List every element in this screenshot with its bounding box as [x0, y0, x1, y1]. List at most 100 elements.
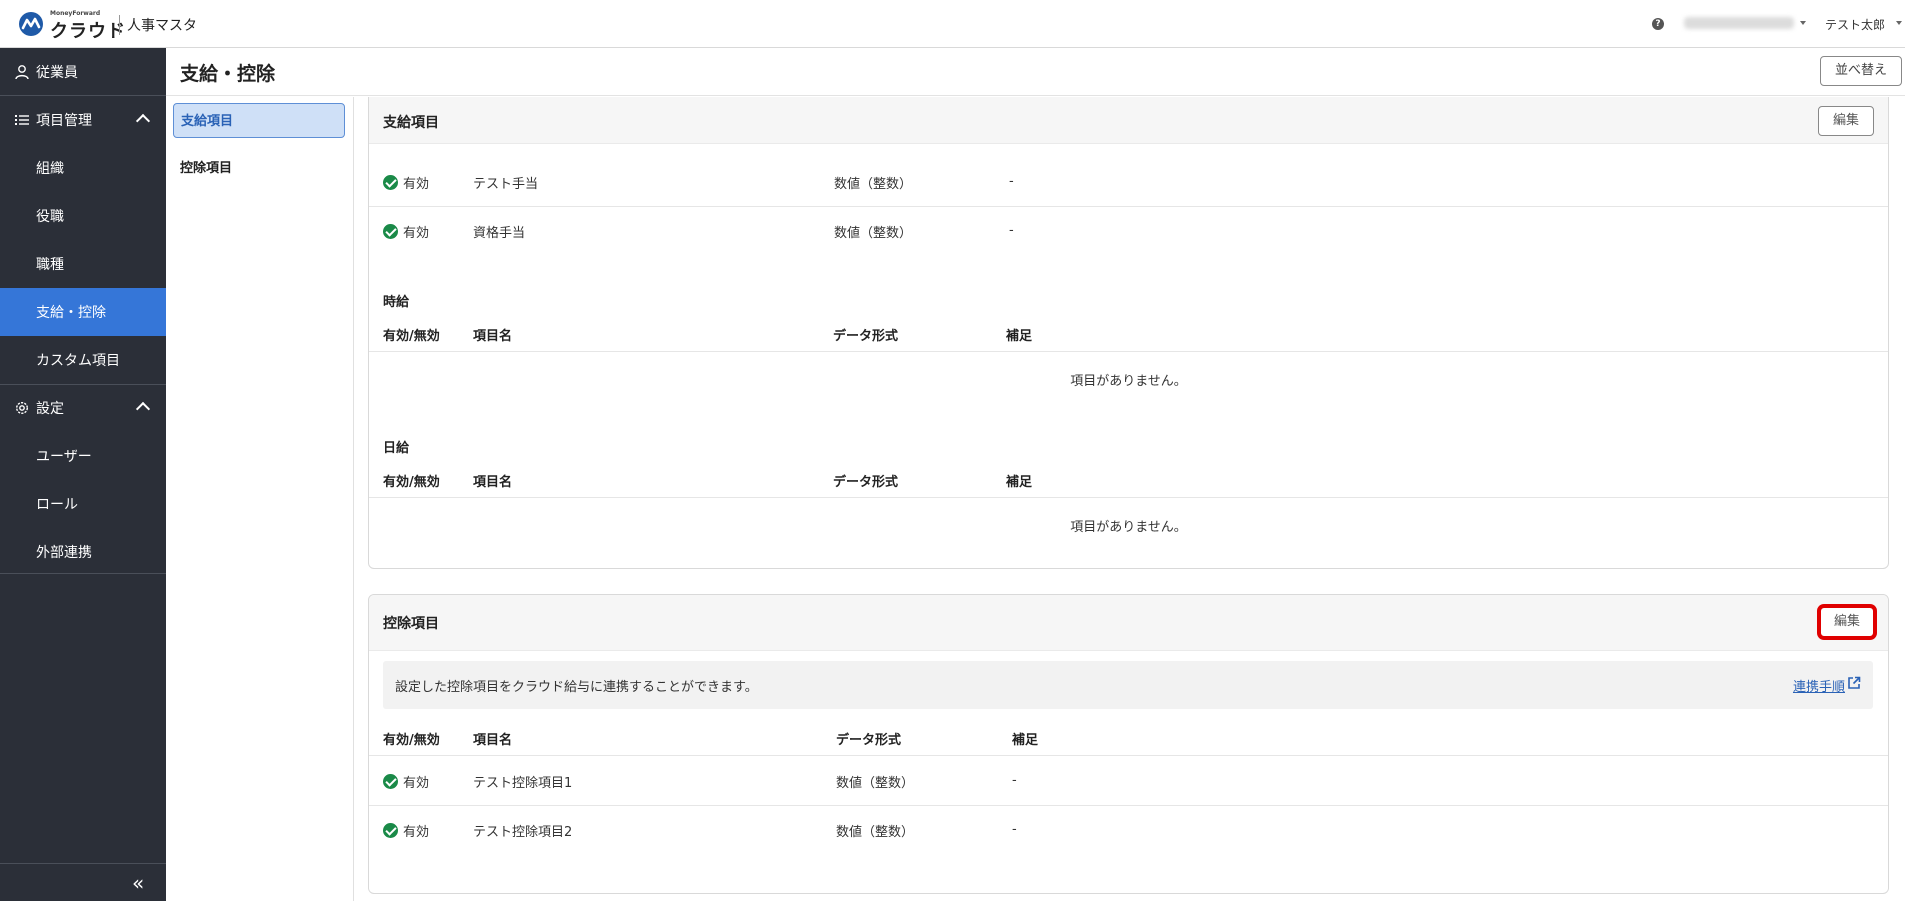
column-header-type: データ形式	[833, 329, 899, 344]
help-icon[interactable]: ?	[1652, 18, 1664, 30]
table-row: 有効 テスト控除項目1 数値（整数） -	[369, 757, 1888, 806]
sidebar-item-position[interactable]: 役職	[0, 192, 166, 240]
page-header: 支給・控除 並べ替え	[166, 48, 1905, 96]
product-name[interactable]: 人事マスタ	[127, 15, 197, 35]
status-cell: 有効	[383, 173, 429, 192]
note: -	[1012, 773, 1017, 788]
data-type: 数値（整数）	[836, 776, 915, 791]
top-bar: MoneyForward クラウド 人事マスタ ? テスト太郎	[0, 0, 1905, 48]
deductions-card: 控除項目 編集 設定した控除項目をクラウド給与に連携することができます。 連携手…	[368, 594, 1889, 894]
sidebar-item-job-type[interactable]: 職種	[0, 240, 166, 288]
daily-table-header: 有効/無効 項目名 データ形式 補足	[369, 463, 1888, 498]
payments-card-header: 支給項目 編集	[369, 97, 1888, 144]
sidebar: 従業員 項目管理 組織 役職 職種 支給・控除 カスタム項目 設定 ユーザー ロ	[0, 48, 166, 901]
sort-button[interactable]: 並べ替え	[1820, 56, 1902, 86]
data-type: 数値（整数）	[836, 825, 915, 840]
chevron-up-icon	[135, 401, 151, 417]
check-circle-icon	[383, 224, 398, 239]
column-header-name: 項目名	[473, 329, 513, 344]
integration-info-box: 設定した控除項目をクラウド給与に連携することができます。 連携手順	[383, 661, 1873, 709]
item-name: テスト手当	[473, 177, 539, 192]
status-text: 有効	[403, 776, 430, 791]
main-content: 支給項目 編集 有効 テスト手当 数値（整数） - 有効 資格手当 数値（整数）…	[354, 97, 1905, 901]
column-header-type: データ形式	[836, 733, 902, 748]
sidebar-item-label: ユーザー	[36, 449, 92, 465]
column-header-note: 補足	[1006, 475, 1033, 490]
hourly-section-label: 時給	[383, 295, 410, 310]
table-row: 有効 資格手当 数値（整数） -	[369, 207, 1888, 256]
payments-edit-button[interactable]: 編集	[1818, 106, 1874, 136]
moneyforward-logo-icon[interactable]	[18, 11, 46, 37]
deductions-card-title: 控除項目	[383, 616, 439, 632]
sidebar-item-item-management[interactable]: 項目管理	[0, 96, 166, 144]
sidebar-item-organization[interactable]: 組織	[0, 144, 166, 192]
sub-navigation: 支給項目 控除項目	[166, 97, 354, 901]
sidebar-item-label: 支給・控除	[36, 305, 106, 321]
status-text: 有効	[403, 226, 430, 241]
user-caret-icon[interactable]	[1896, 21, 1902, 25]
deductions-edit-button[interactable]: 編集	[1820, 607, 1874, 637]
payments-card: 支給項目 編集 有効 テスト手当 数値（整数） - 有効 資格手当 数値（整数）…	[368, 97, 1889, 569]
chevron-up-icon	[135, 113, 151, 129]
column-header-status: 有効/無効	[383, 329, 440, 344]
sidebar-item-employees[interactable]: 従業員	[0, 48, 166, 96]
column-header-name: 項目名	[473, 475, 513, 490]
column-header-name: 項目名	[473, 733, 513, 748]
tenant-selector[interactable]	[1684, 17, 1794, 29]
table-row: 有効 テスト手当 数値（整数） -	[369, 158, 1888, 207]
column-header-note: 補足	[1006, 329, 1033, 344]
status-text: 有効	[403, 177, 430, 192]
item-name: テスト控除項目2	[473, 825, 573, 840]
external-link-icon[interactable]	[1847, 676, 1861, 690]
data-type: 数値（整数）	[834, 226, 913, 241]
note: -	[1009, 174, 1014, 189]
sidebar-item-custom-items[interactable]: カスタム項目	[0, 336, 166, 384]
tenant-caret-icon[interactable]	[1800, 21, 1806, 25]
logo-brand-small: MoneyForward	[50, 10, 101, 17]
info-text: 設定した控除項目をクラウド給与に連携することができます。	[395, 680, 758, 695]
sidebar-item-external-integration[interactable]: 外部連携	[0, 528, 166, 576]
hourly-table-header: 有効/無効 項目名 データ形式 補足	[369, 317, 1888, 352]
sidebar-item-label: 設定	[36, 401, 64, 417]
sidebar-divider	[0, 573, 166, 574]
payments-card-title: 支給項目	[383, 115, 439, 131]
hourly-empty-message: 項目がありません。	[1070, 374, 1187, 389]
column-header-status: 有効/無効	[383, 475, 440, 490]
note: -	[1012, 822, 1017, 837]
daily-section-label: 日給	[383, 441, 410, 456]
column-header-type: データ形式	[833, 475, 899, 490]
sidebar-item-label: カスタム項目	[36, 353, 120, 369]
check-circle-icon	[383, 774, 398, 789]
check-circle-icon	[383, 823, 398, 838]
sidebar-item-payment-deduction[interactable]: 支給・控除	[0, 288, 166, 336]
deductions-table-header: 有効/無効 項目名 データ形式 補足	[369, 721, 1888, 756]
item-name: テスト控除項目1	[473, 776, 573, 791]
sidebar-item-label: 組織	[36, 161, 64, 177]
user-menu[interactable]: テスト太郎	[1825, 16, 1885, 33]
daily-empty-message: 項目がありません。	[1070, 520, 1187, 535]
sidebar-item-label: 外部連携	[36, 545, 92, 561]
page-title: 支給・控除	[180, 63, 276, 85]
integration-guide-link[interactable]: 連携手順	[1793, 676, 1845, 695]
sidebar-item-label: 役職	[36, 209, 64, 225]
deductions-card-header: 控除項目 編集	[369, 595, 1888, 651]
column-header-status: 有効/無効	[383, 733, 440, 748]
logo-divider	[119, 15, 120, 35]
column-header-note: 補足	[1012, 733, 1039, 748]
item-name: 資格手当	[473, 226, 526, 241]
sidebar-item-settings[interactable]: 設定	[0, 384, 166, 432]
logo-text[interactable]: クラウド	[50, 17, 126, 43]
sidebar-item-roles[interactable]: ロール	[0, 480, 166, 528]
status-cell: 有効	[383, 772, 429, 791]
note: -	[1009, 223, 1014, 238]
person-icon	[15, 64, 29, 79]
collapse-sidebar-icon[interactable]: «	[132, 871, 144, 895]
table-row: 有効 テスト控除項目2 数値（整数） -	[369, 806, 1888, 855]
sidebar-divider	[0, 863, 166, 864]
subnav-item-payments[interactable]: 支給項目	[173, 103, 345, 138]
sidebar-item-users[interactable]: ユーザー	[0, 432, 166, 480]
status-cell: 有効	[383, 222, 429, 241]
subnav-item-deductions[interactable]: 控除項目	[173, 151, 345, 186]
data-type: 数値（整数）	[834, 177, 913, 192]
sidebar-item-label: 従業員	[36, 64, 78, 81]
